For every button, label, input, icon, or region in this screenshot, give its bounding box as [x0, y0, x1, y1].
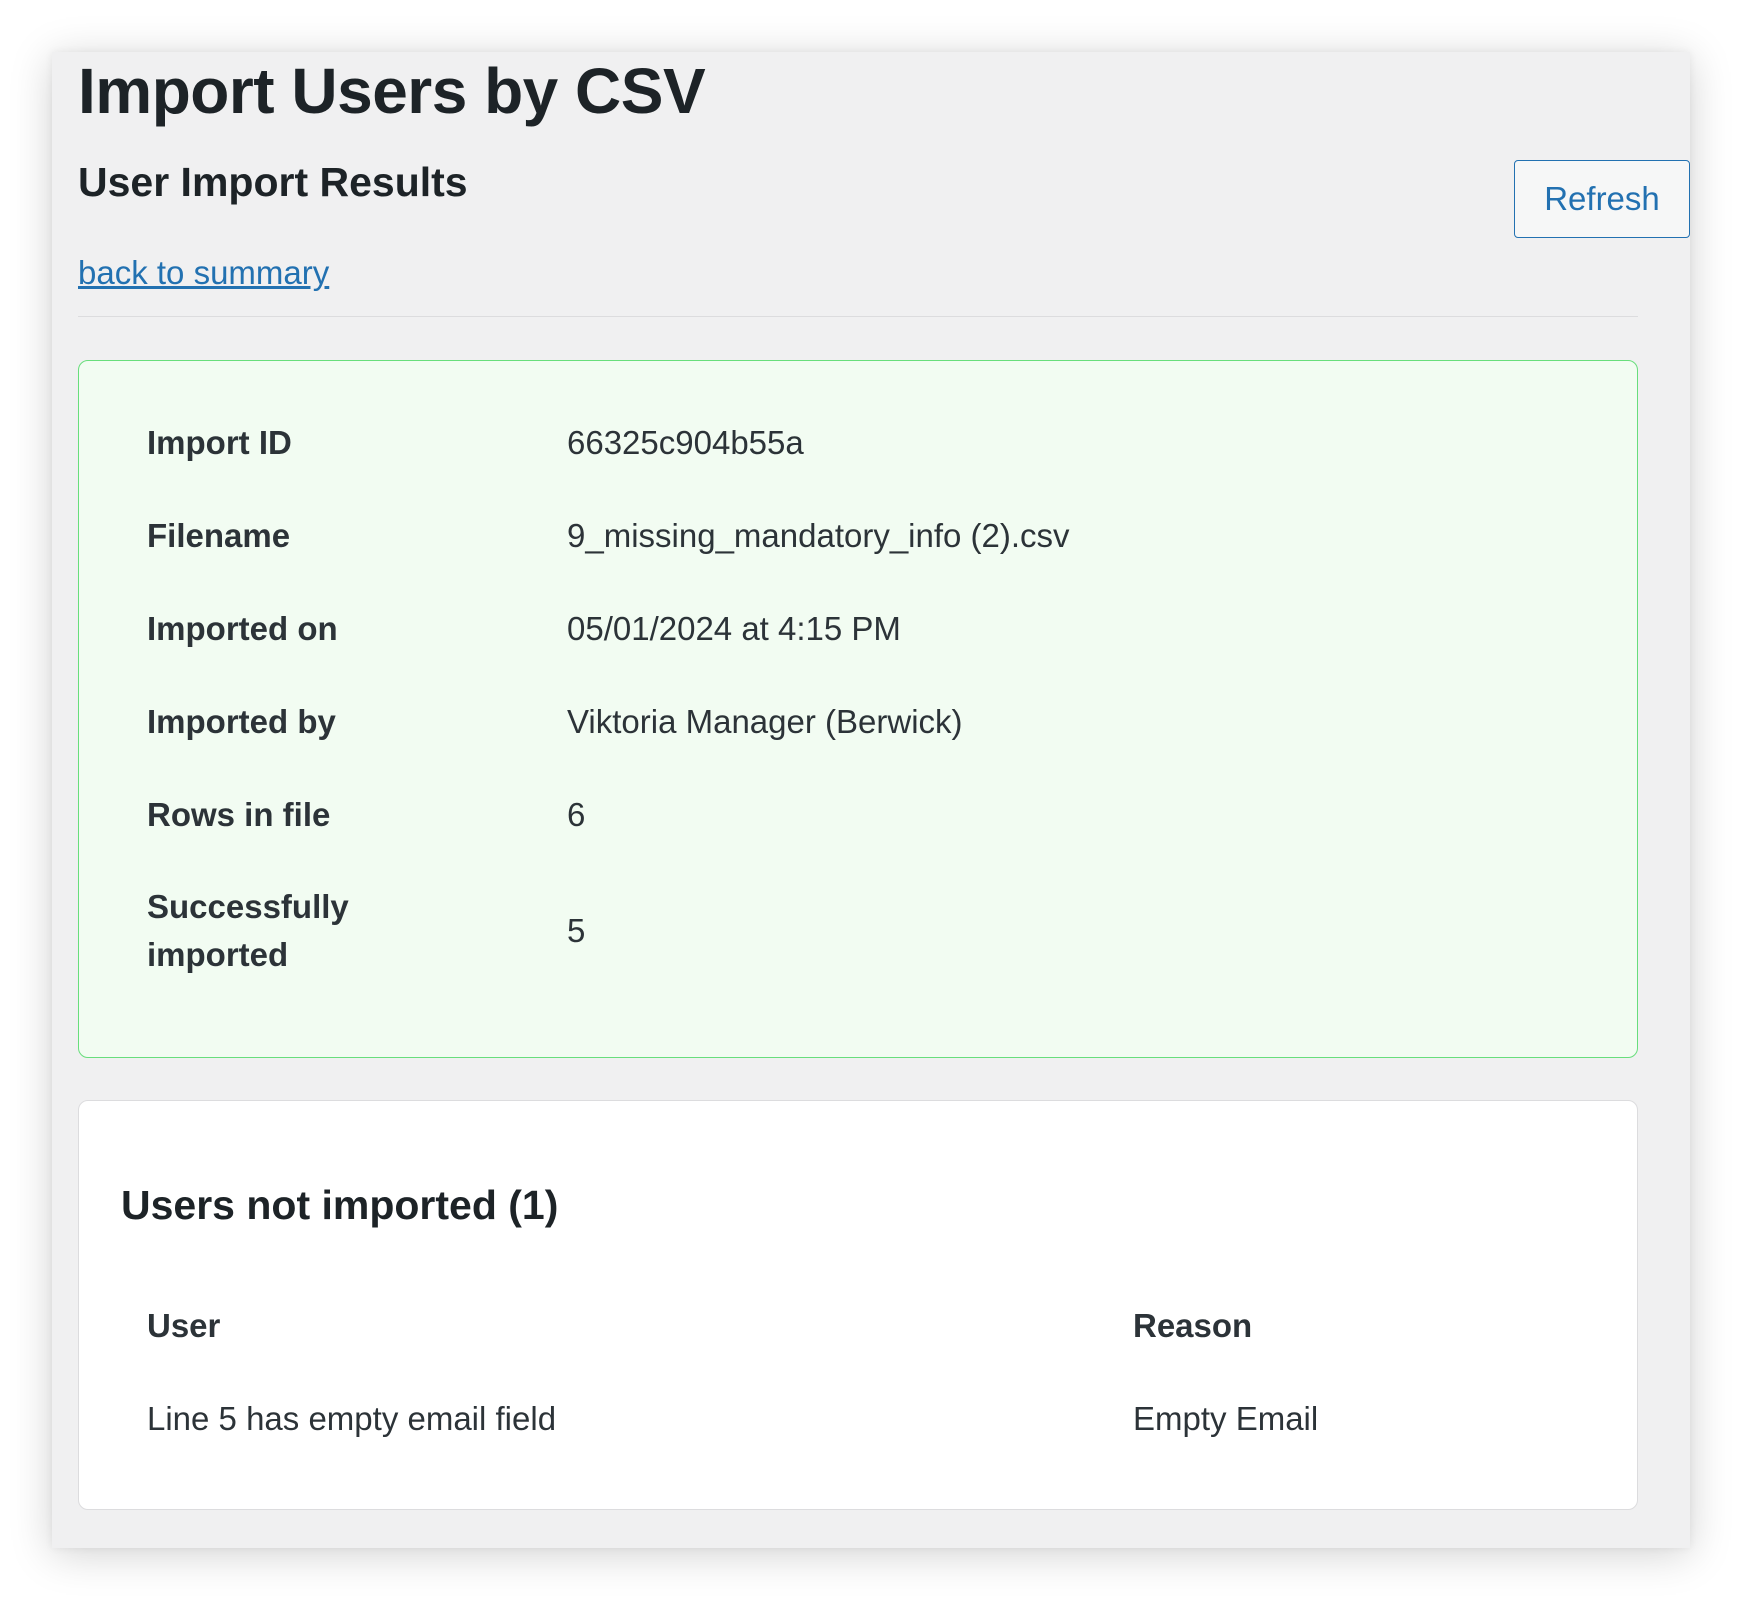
app-window: Import Users by CSV User Import Results … [52, 52, 1690, 1548]
failures-title: Users not imported (1) [121, 1182, 559, 1228]
page-title: Import Users by CSV [78, 55, 706, 127]
summary-row-imported-by: Imported by Viktoria Manager (Berwick) [147, 698, 1587, 746]
summary-row-imported-on: Imported on 05/01/2024 at 4:15 PM [147, 605, 1587, 653]
summary-row-filename: Filename 9_missing_mandatory_info (2).cs… [147, 512, 1587, 560]
summary-value: Viktoria Manager (Berwick) [567, 703, 963, 740]
summary-value: 5 [567, 912, 586, 949]
summary-label: Import ID [147, 424, 292, 461]
import-summary-panel: Import ID 66325c904b55a Filename 9_missi… [78, 360, 1638, 1058]
summary-label: Imported by [147, 703, 336, 740]
summary-label: Successfully imported [147, 883, 567, 979]
table-cell-reason: Empty Email [1133, 1400, 1319, 1437]
summary-value: 66325c904b55a [567, 424, 804, 461]
users-not-imported-panel: Users not imported (1) User Reason Line … [78, 1100, 1638, 1510]
refresh-button[interactable]: Refresh [1514, 160, 1690, 238]
summary-label: Filename [147, 517, 291, 554]
summary-label-line: Successfully [147, 888, 349, 925]
divider [78, 316, 1638, 317]
summary-value: 6 [567, 796, 586, 833]
column-header-reason: Reason [1133, 1307, 1253, 1344]
back-to-summary-link[interactable]: back to summary [78, 254, 329, 292]
column-header-user: User [147, 1307, 221, 1344]
summary-row-successfully-imported: Successfully imported 5 [147, 883, 1587, 979]
summary-value: 05/01/2024 at 4:15 PM [567, 610, 901, 647]
summary-row-import-id: Import ID 66325c904b55a [147, 419, 1587, 467]
summary-value: 9_missing_mandatory_info (2).csv [567, 517, 1070, 554]
summary-row-rows-in-file: Rows in file 6 [147, 791, 1587, 839]
summary-label: Rows in file [147, 796, 331, 833]
section-title: User Import Results [78, 159, 468, 205]
table-cell-user: Line 5 has empty email field [147, 1400, 557, 1437]
summary-label-line: imported [147, 936, 289, 973]
summary-label: Imported on [147, 610, 338, 647]
